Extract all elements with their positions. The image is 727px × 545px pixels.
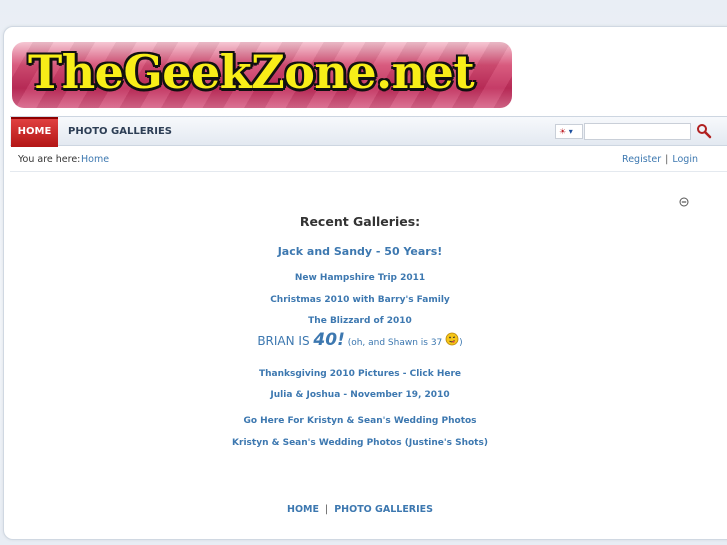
footer-separator: | xyxy=(325,504,329,515)
smiley-icon xyxy=(445,332,459,346)
account-links-separator: | xyxy=(665,154,669,165)
nav-home-tab[interactable]: HOME xyxy=(11,117,58,147)
search-input[interactable] xyxy=(584,123,691,140)
gallery-link-julia-joshua[interactable]: Julia & Joshua - November 19, 2010 xyxy=(270,390,449,400)
register-link[interactable]: Register xyxy=(622,154,661,165)
footer-galleries-link[interactable]: PHOTO GALLERIES xyxy=(334,504,433,515)
nav-photo-galleries-tab[interactable]: PHOTO GALLERIES xyxy=(68,117,172,147)
account-links: Register | Login xyxy=(622,150,698,170)
gallery-link-christmas-2010[interactable]: Christmas 2010 with Barry's Family xyxy=(270,295,450,305)
footer-nav: HOME | PHOTO GALLERIES xyxy=(10,504,710,515)
gallery-link: Kristyn & Sean's Wedding Photos (Justine… xyxy=(10,430,710,449)
gallery-link-kristyn-sean-justine[interactable]: Kristyn & Sean's Wedding Photos (Justine… xyxy=(232,438,488,448)
login-link[interactable]: Login xyxy=(672,154,698,165)
footer-home-link[interactable]: HOME xyxy=(287,504,319,515)
logo-text: TheGeekZone.net xyxy=(28,45,475,99)
birthday-aside: (oh, and Shawn is 37 xyxy=(344,338,446,348)
breadcrumb-home-link[interactable]: Home xyxy=(81,150,109,170)
breadcrumb-label: You are here: xyxy=(18,154,81,165)
gallery-link-new-hampshire[interactable]: New Hampshire Trip 2011 xyxy=(295,273,425,283)
language-flag-icon: ☀ xyxy=(559,127,567,136)
birthday-announcement[interactable]: BRIAN IS 40! (oh, and Shawn is 37 ) xyxy=(10,330,710,350)
gallery-link: Thanksgiving 2010 Pictures - Click Here xyxy=(10,361,710,380)
birthday-aside-close: ) xyxy=(459,338,463,348)
birthday-number: 40! xyxy=(313,330,345,350)
gallery-link: Jack and Sandy - 50 Years! xyxy=(10,240,710,259)
main-navbar: HOME PHOTO GALLERIES ☀ ▾ xyxy=(10,116,727,147)
site-logo[interactable]: TheGeekZone.net xyxy=(12,42,512,108)
collapse-icon[interactable] xyxy=(679,192,689,207)
language-select[interactable]: ☀ ▾ xyxy=(555,124,583,139)
gallery-link-jack-sandy[interactable]: Jack and Sandy - 50 Years! xyxy=(278,245,443,258)
search-icon[interactable] xyxy=(696,123,712,139)
birthday-prefix: BRIAN IS xyxy=(257,334,314,348)
gallery-link: The Blizzard of 2010 xyxy=(10,308,710,327)
gallery-link: Julia & Joshua - November 19, 2010 xyxy=(10,382,710,401)
gallery-link-blizzard[interactable]: The Blizzard of 2010 xyxy=(308,316,412,326)
gallery-link-thanksgiving[interactable]: Thanksgiving 2010 Pictures - Click Here xyxy=(259,369,461,379)
chevron-down-icon: ▾ xyxy=(568,127,573,136)
gallery-link: Go Here For Kristyn & Sean's Wedding Pho… xyxy=(10,408,710,427)
gallery-link: Christmas 2010 with Barry's Family xyxy=(10,287,710,306)
gallery-link: New Hampshire Trip 2011 xyxy=(10,265,710,284)
breadcrumb-bar: You are here: Home Register | Login xyxy=(10,150,727,172)
recent-galleries-title: Recent Galleries: xyxy=(299,214,421,229)
gallery-link-kristyn-sean-wedding[interactable]: Go Here For Kristyn & Sean's Wedding Pho… xyxy=(243,416,476,426)
